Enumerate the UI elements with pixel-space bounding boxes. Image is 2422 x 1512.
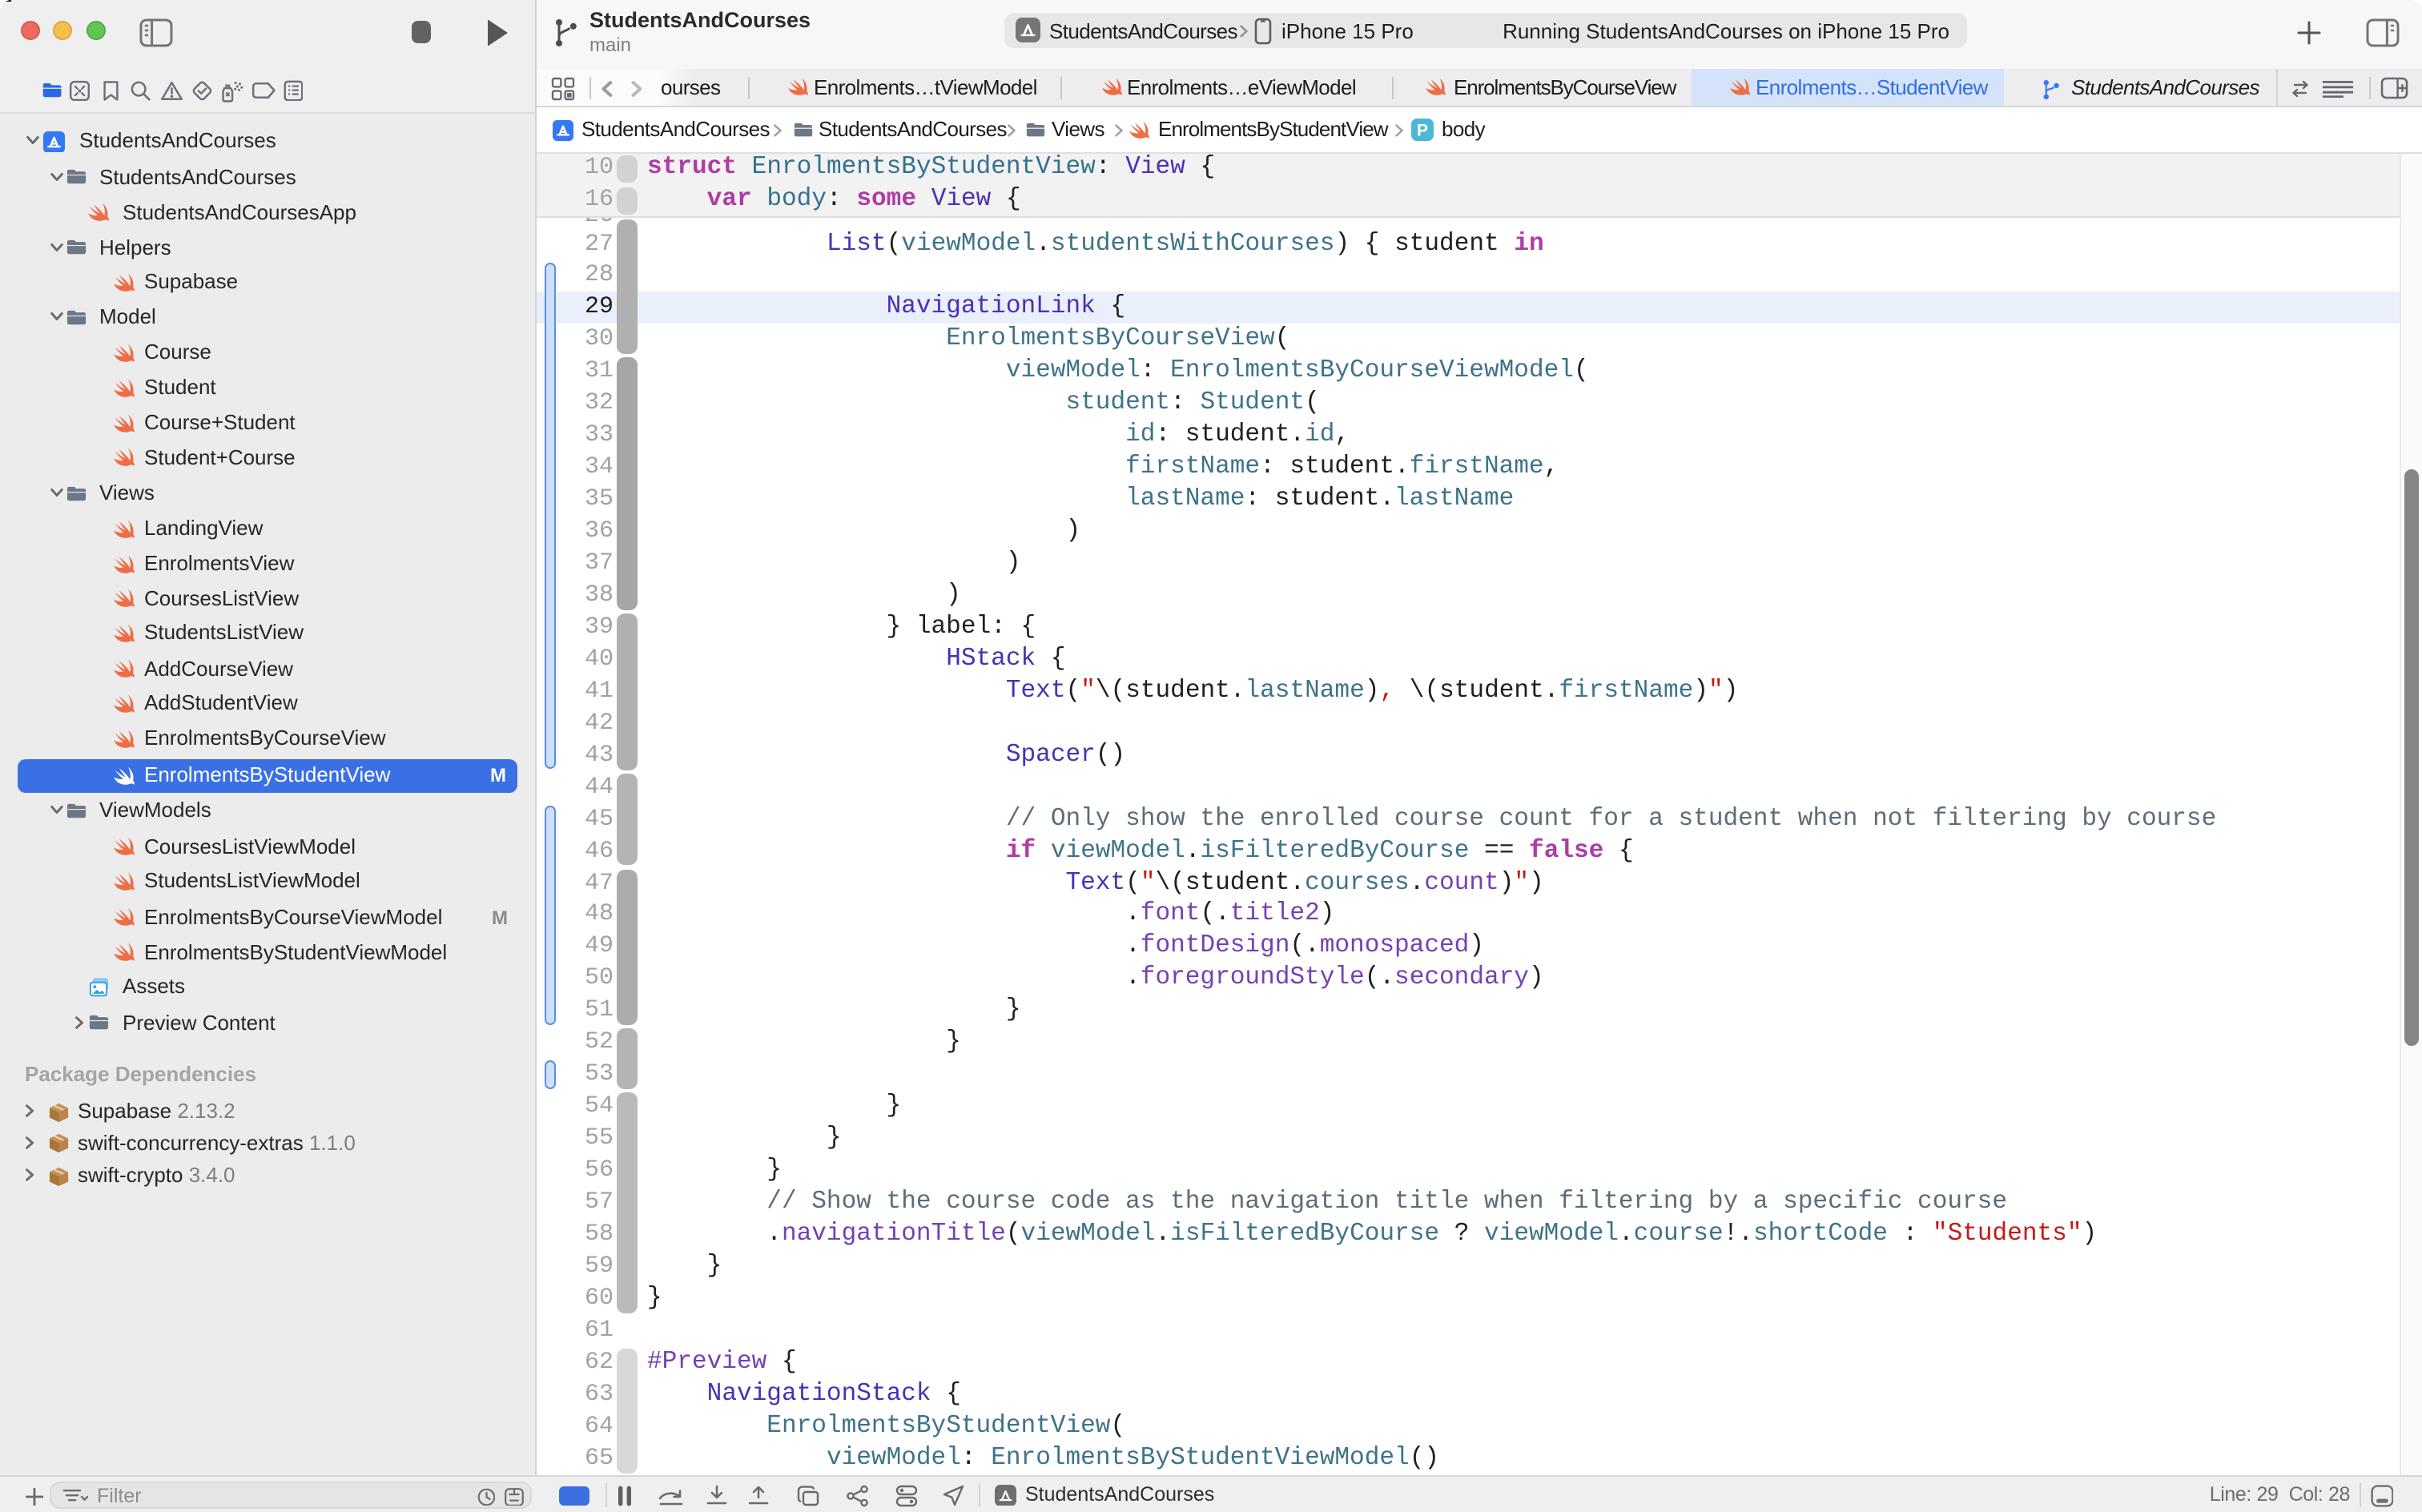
svg-text:P: P [1416,122,1427,140]
